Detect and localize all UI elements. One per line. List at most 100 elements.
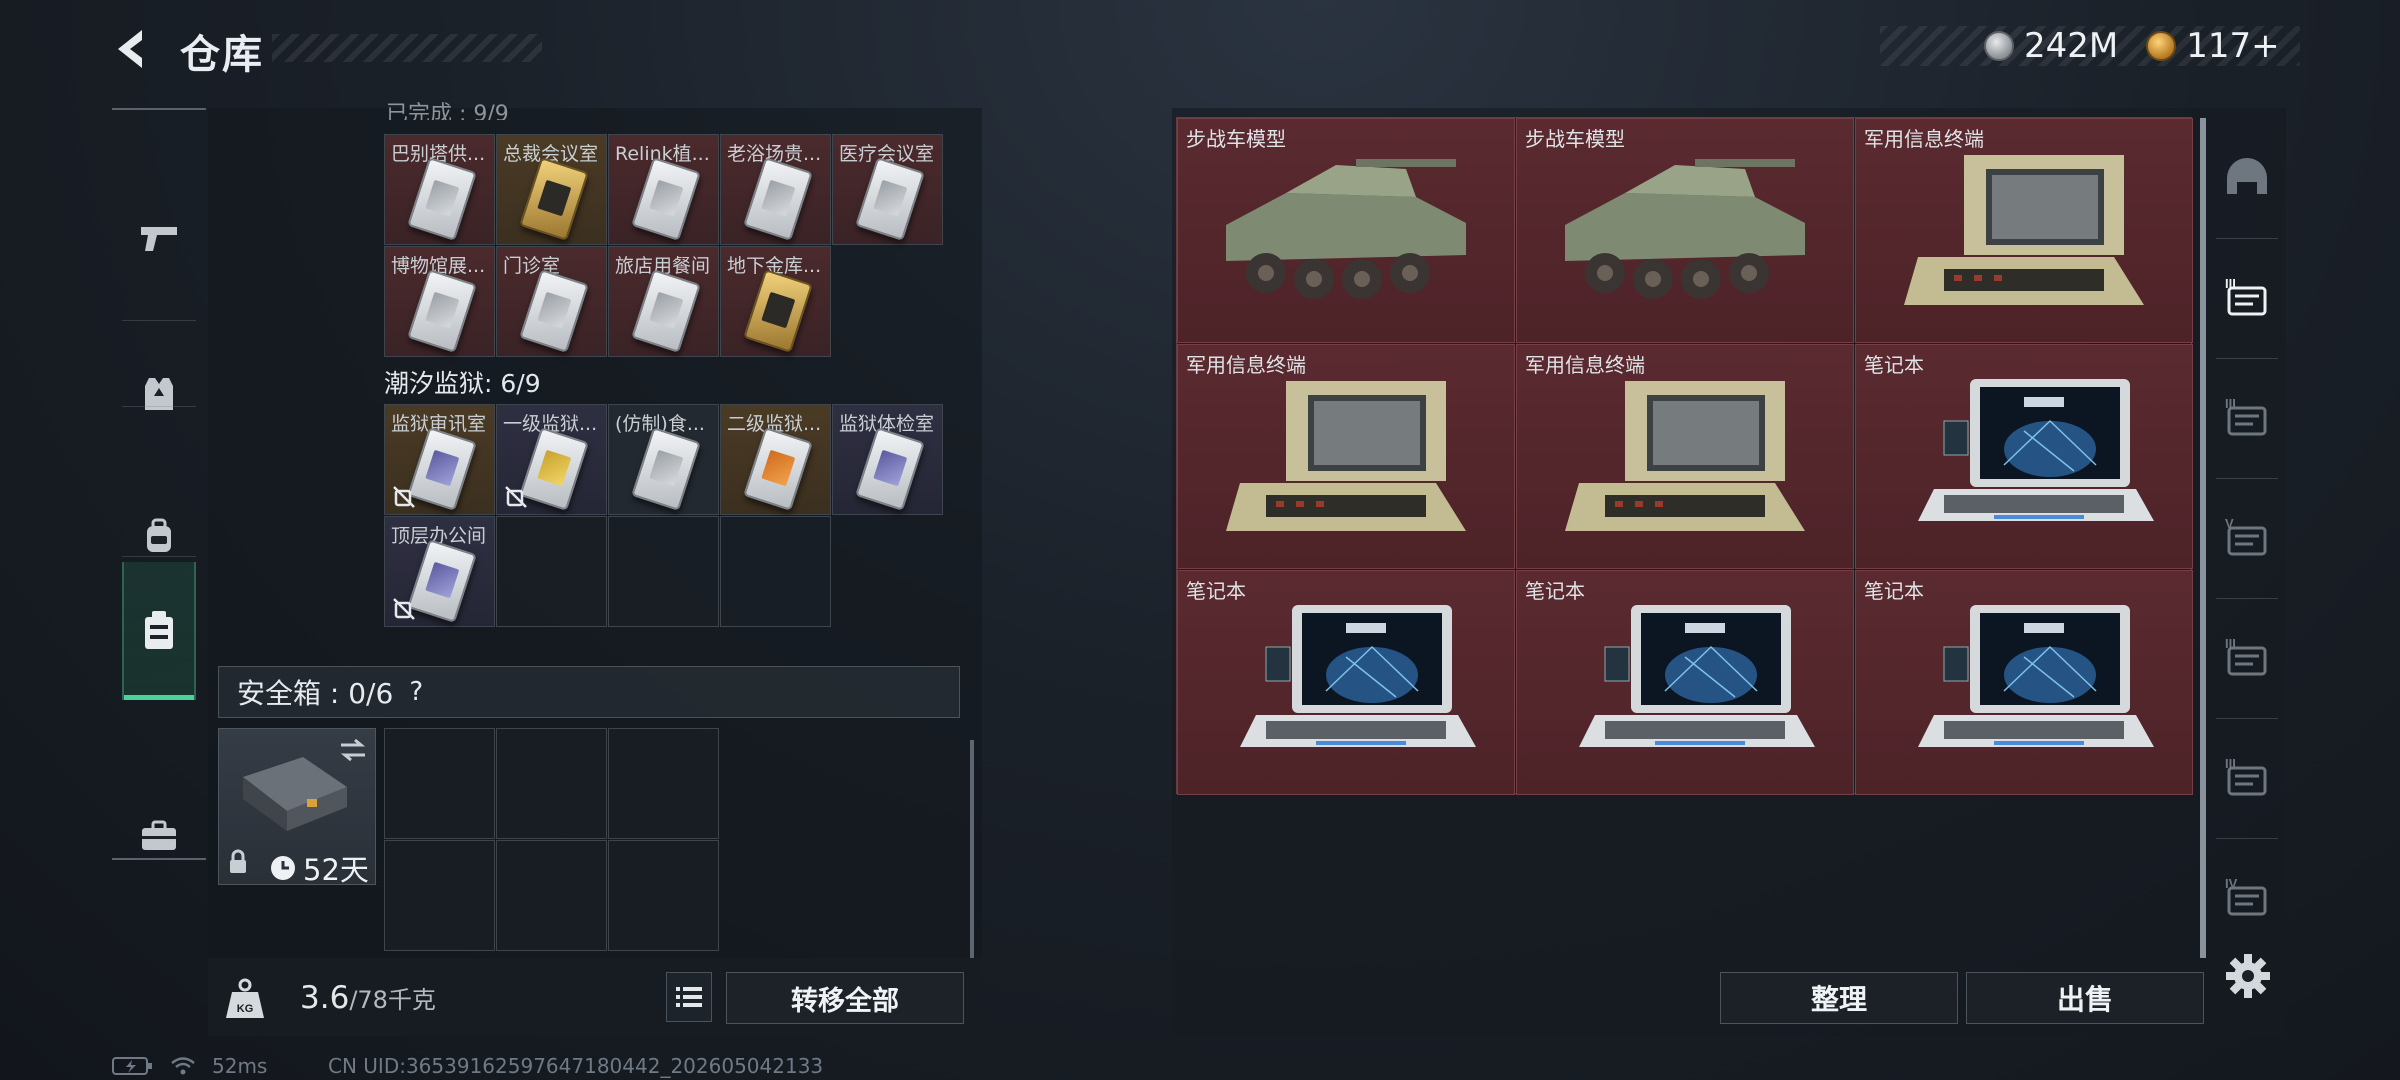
group-partial-header: 已完成 : 9/9 bbox=[386, 102, 509, 120]
list-view-button[interactable] bbox=[666, 972, 712, 1022]
helmet-icon bbox=[2227, 158, 2267, 194]
keycard-cell[interactable]: 门诊室 bbox=[496, 246, 607, 357]
briefcase-icon bbox=[142, 820, 176, 850]
duration: 52天 bbox=[269, 847, 369, 889]
loot-item[interactable]: 步战车模型 bbox=[1516, 118, 1854, 343]
safe-box-item[interactable]: 52天 bbox=[218, 728, 376, 887]
keycard-cell[interactable]: (仿制)食... bbox=[608, 404, 719, 515]
no-bring-out-icon bbox=[505, 486, 527, 508]
tab-divider bbox=[2216, 598, 2278, 599]
keycard-cell[interactable]: 总裁会议室 bbox=[496, 134, 607, 245]
safe-slot[interactable] bbox=[496, 840, 607, 951]
loot-item[interactable]: 笔记本 bbox=[1177, 570, 1515, 795]
filter-tab[interactable] bbox=[2212, 128, 2282, 228]
loot-item[interactable]: 笔记本 bbox=[1855, 570, 2193, 795]
filter-tab[interactable]: III bbox=[2212, 608, 2282, 708]
safe-slot[interactable] bbox=[384, 840, 495, 951]
backpack-icon bbox=[147, 518, 171, 552]
tier-3-rig-icon: III bbox=[2225, 756, 2267, 796]
keycard-cell[interactable]: 博物馆展... bbox=[384, 246, 495, 357]
tier-4-armor-icon: IV bbox=[2225, 876, 2267, 916]
back-arrow-icon bbox=[118, 30, 142, 68]
filter-tab[interactable]: III bbox=[2212, 248, 2282, 348]
safe-slot[interactable] bbox=[384, 728, 495, 839]
transfer-all-button[interactable]: 转移全部 bbox=[726, 972, 964, 1024]
loot-item[interactable]: 军用信息终端 bbox=[1177, 344, 1515, 569]
loot-item-image bbox=[1535, 597, 1835, 781]
title-decoration bbox=[272, 34, 542, 62]
keycard-cell[interactable]: 二级监狱... bbox=[720, 404, 831, 515]
back-button[interactable] bbox=[112, 26, 154, 72]
settings-button[interactable] bbox=[2224, 952, 2272, 1000]
currency-gold[interactable]: 117+ bbox=[2146, 26, 2280, 66]
keycard-cell[interactable]: 旅店用餐间 bbox=[608, 246, 719, 357]
sell-button[interactable]: 出售 bbox=[1966, 972, 2204, 1024]
keycard-icon bbox=[519, 157, 589, 241]
laptop-icon bbox=[1918, 605, 2154, 747]
loot-item[interactable]: 步战车模型 bbox=[1177, 118, 1515, 343]
loot-scrollbar[interactable] bbox=[2200, 118, 2206, 958]
keycard-icon bbox=[743, 157, 813, 241]
empty-slot[interactable] bbox=[720, 516, 831, 627]
help-icon[interactable]: ? bbox=[409, 677, 423, 707]
filter-tab[interactable]: III bbox=[2212, 728, 2282, 828]
loot-item-label: 笔记本 bbox=[1864, 353, 1924, 377]
loot-item[interactable]: 笔记本 bbox=[1855, 344, 2193, 569]
loot-item[interactable]: 军用信息终端 bbox=[1516, 344, 1854, 569]
keycard-icon bbox=[743, 427, 813, 511]
tab-divider bbox=[2216, 478, 2278, 479]
loot-item-image bbox=[1535, 371, 1835, 555]
swap-icon[interactable] bbox=[337, 737, 369, 763]
nav-weapon[interactable] bbox=[122, 178, 196, 298]
page-title: 仓库 bbox=[180, 32, 264, 78]
keycard-icon bbox=[743, 269, 813, 353]
safe-slot[interactable] bbox=[608, 728, 719, 839]
nav-keycards[interactable] bbox=[122, 562, 196, 700]
keycard-cell[interactable]: Relink植... bbox=[608, 134, 719, 245]
keycard-icon bbox=[631, 427, 701, 511]
nav-toolbox[interactable] bbox=[122, 776, 196, 896]
ping: 52ms bbox=[212, 1054, 268, 1078]
loot-item-image bbox=[1535, 145, 1835, 329]
svg-text:KG: KG bbox=[237, 1003, 254, 1015]
loot-grid: 步战车模型 步战车模型 军用信息终端 军用信息终端 军用信息终端 笔记本 笔记本 笔记本 笔记本 bbox=[1176, 117, 2193, 795]
stash-scrollbar[interactable] bbox=[970, 740, 974, 960]
weight-readout: 3.6/78千克 bbox=[300, 980, 436, 1016]
tier-label: III bbox=[2225, 276, 2236, 291]
keycard-cell[interactable]: 一级监狱... bbox=[496, 404, 607, 515]
loot-item-image bbox=[1874, 145, 2174, 329]
nav-armor[interactable] bbox=[122, 334, 196, 454]
safe-slot[interactable] bbox=[608, 840, 719, 951]
loot-item-image bbox=[1196, 371, 1496, 555]
tier-3-rig-icon: III bbox=[2225, 276, 2267, 316]
loot-item[interactable]: 笔记本 bbox=[1516, 570, 1854, 795]
keycard-cell[interactable]: 医疗会议室 bbox=[832, 134, 943, 245]
keycard-cell[interactable]: 老浴场贵... bbox=[720, 134, 831, 245]
safe-slot[interactable] bbox=[496, 728, 607, 839]
keycard-icon bbox=[407, 427, 477, 511]
laptop-icon bbox=[1918, 379, 2154, 521]
currency-silver[interactable]: 242M bbox=[1984, 26, 2118, 66]
filter-tab[interactable]: IV bbox=[2212, 848, 2282, 948]
filter-tab[interactable]: V bbox=[2212, 488, 2282, 588]
empty-slot[interactable] bbox=[608, 516, 719, 627]
loot-item[interactable]: 军用信息终端 bbox=[1855, 118, 2193, 343]
sort-button[interactable]: 整理 bbox=[1720, 972, 1958, 1024]
filter-tab[interactable]: III bbox=[2212, 368, 2282, 468]
keycard-icon bbox=[855, 427, 925, 511]
loot-item-label: 步战车模型 bbox=[1186, 127, 1286, 151]
loot-item-label: 军用信息终端 bbox=[1864, 127, 1984, 151]
military-terminal-icon bbox=[1565, 381, 1805, 531]
keycard-icon bbox=[631, 157, 701, 241]
loot-item-image bbox=[1196, 597, 1496, 781]
tab-divider bbox=[2216, 238, 2278, 239]
keycard-cell[interactable]: 监狱审讯室 bbox=[384, 404, 495, 515]
keycard-cell[interactable]: 地下金库... bbox=[720, 246, 831, 357]
keycard-cell[interactable]: 巴别塔供... bbox=[384, 134, 495, 245]
silver-amount: 242M bbox=[2024, 26, 2119, 66]
tier-label: III bbox=[2225, 756, 2236, 771]
keycard-cell[interactable]: 顶层办公间 bbox=[384, 516, 495, 627]
empty-slot[interactable] bbox=[496, 516, 607, 627]
keycard-cell[interactable]: 监狱体检室 bbox=[832, 404, 943, 515]
loot-item-label: 步战车模型 bbox=[1525, 127, 1625, 151]
